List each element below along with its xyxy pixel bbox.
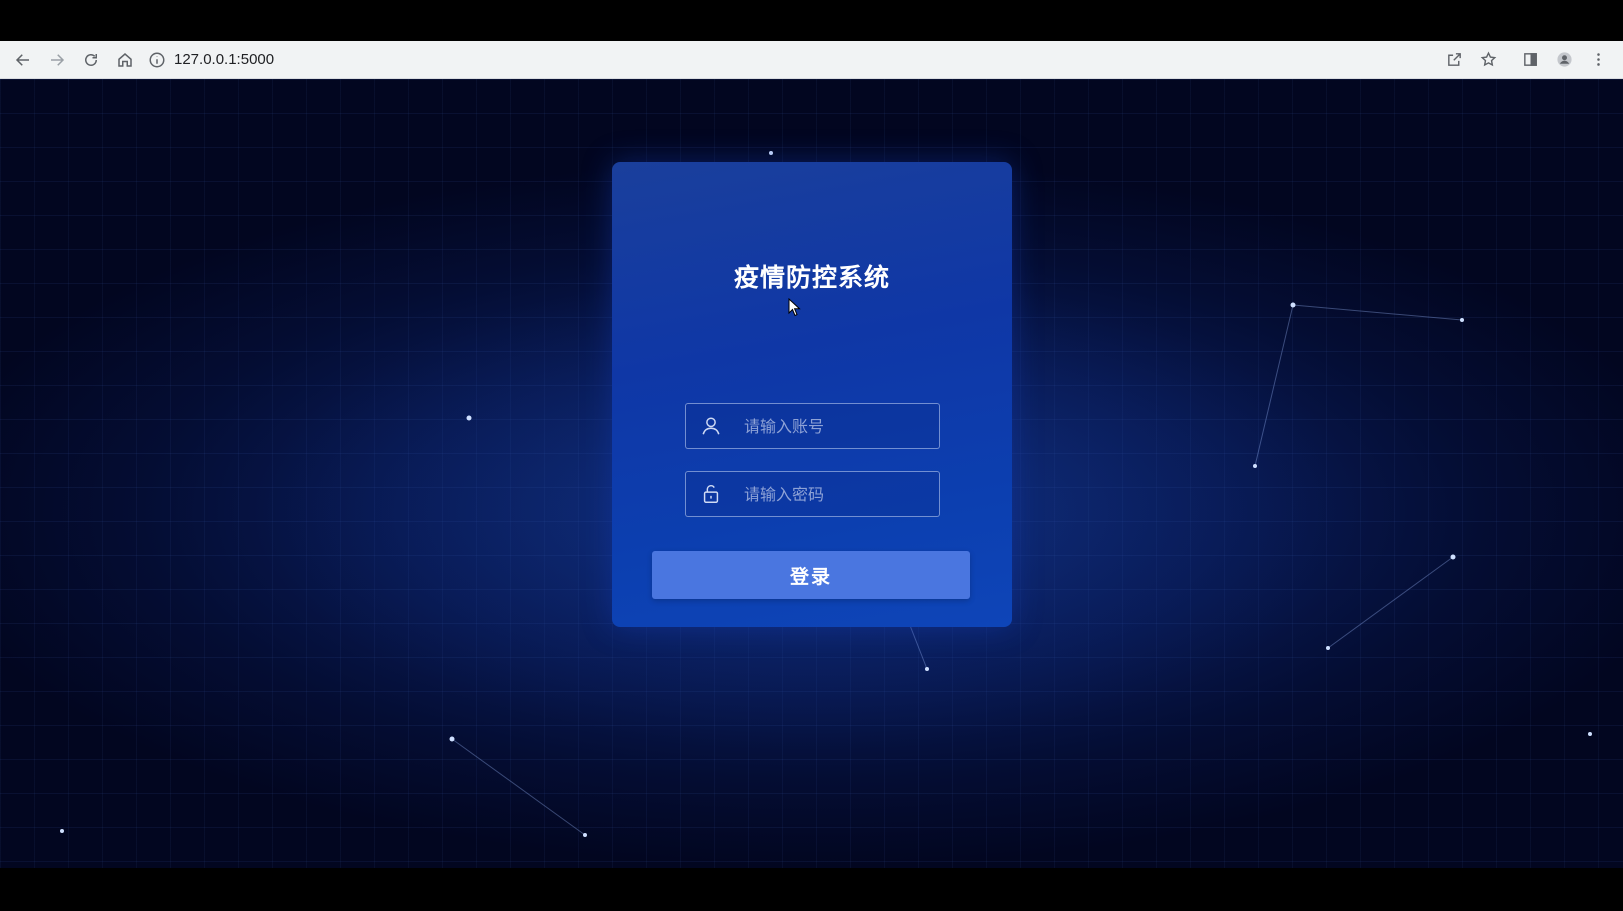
lock-icon [703,484,719,503]
letterbox-top [0,0,1623,41]
home-icon[interactable] [110,45,140,75]
account-input[interactable] [742,415,916,437]
password-input[interactable] [742,483,916,505]
letterbox-bottom [0,868,1623,911]
address-bar[interactable]: 127.0.0.1:5000 [148,46,1435,74]
profile-icon[interactable] [1549,45,1579,75]
share-icon[interactable] [1439,45,1469,75]
reload-icon[interactable] [76,45,106,75]
account-field[interactable] [685,403,940,449]
page-title: 疫情防控系统 [733,263,890,292]
info-icon[interactable] [148,51,166,69]
login-button[interactable]: 登录 [652,551,970,599]
password-field[interactable] [685,471,940,517]
arrow-right-icon[interactable] [42,45,72,75]
mouse-cursor-icon [788,298,801,317]
side-panel-icon[interactable] [1515,45,1545,75]
arrow-left-icon[interactable] [8,45,38,75]
star-icon[interactable] [1473,45,1503,75]
user-icon [702,417,720,435]
browser-toolbar: 127.0.0.1:5000 [0,41,1623,79]
url-text[interactable]: 127.0.0.1:5000 [174,51,274,68]
kebab-menu-icon[interactable] [1583,45,1613,75]
